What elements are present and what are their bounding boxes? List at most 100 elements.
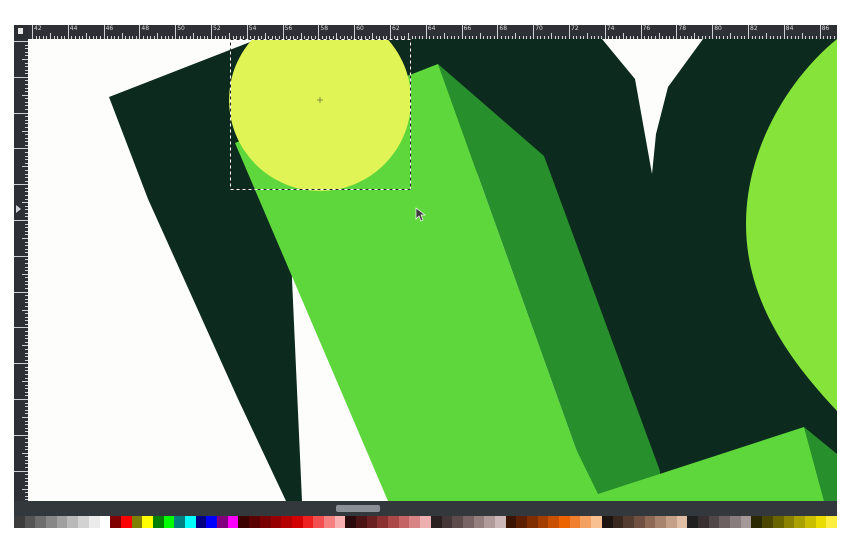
palette-swatch[interactable]	[484, 516, 495, 528]
ruler-label: 82	[750, 25, 758, 32]
ruler-tick	[14, 291, 28, 293]
ruler-tick	[14, 148, 28, 150]
palette-swatch[interactable]	[163, 516, 175, 528]
palette-swatch[interactable]	[676, 516, 688, 528]
palette-swatch[interactable]	[420, 516, 431, 528]
palette-swatch[interactable]	[569, 516, 581, 528]
palette-swatch[interactable]	[302, 516, 314, 528]
palette-swatch[interactable]	[623, 516, 634, 528]
palette-swatch[interactable]	[730, 516, 741, 528]
palette-swatch[interactable]	[366, 516, 378, 528]
palette-swatch[interactable]	[580, 516, 592, 528]
palette-swatch[interactable]	[441, 516, 453, 528]
palette-swatch[interactable]	[56, 516, 68, 528]
horizontal-ruler[interactable]: 42 44 46 48 50 52 54 56 58 60 62 64 66 68 70 72 74 76 78 80…	[28, 25, 837, 39]
palette-swatch[interactable]	[398, 516, 410, 528]
palette-swatch[interactable]	[430, 516, 442, 528]
palette-swatch[interactable]	[120, 516, 132, 528]
palette-swatch[interactable]	[537, 516, 549, 528]
palette-swatch[interactable]	[67, 516, 79, 528]
palette-swatch[interactable]	[826, 516, 837, 528]
palette-swatch[interactable]	[88, 516, 100, 528]
palette-swatch[interactable]	[206, 516, 218, 528]
palette-swatch[interactable]	[142, 516, 153, 528]
palette-swatch[interactable]	[644, 516, 656, 528]
palette-swatch[interactable]	[14, 516, 25, 528]
ruler-label: 60	[356, 25, 364, 32]
palette-swatch[interactable]	[740, 516, 752, 528]
palette-swatch[interactable]	[494, 516, 506, 528]
palette-swatch[interactable]	[24, 516, 36, 528]
palette-swatch[interactable]	[388, 516, 399, 528]
palette-swatch[interactable]	[356, 516, 367, 528]
ruler-tick	[425, 25, 427, 39]
ruler-label: 74	[606, 25, 615, 32]
palette-swatch[interactable]	[99, 516, 111, 528]
palette-swatch[interactable]	[78, 516, 89, 528]
horizontal-scrollbar-thumb[interactable]	[336, 505, 380, 512]
palette-swatch[interactable]	[323, 516, 335, 528]
ruler-origin-icon	[18, 28, 23, 34]
palette-swatch[interactable]	[612, 516, 624, 528]
color-palette[interactable]	[14, 516, 837, 528]
palette-swatch[interactable]	[473, 516, 485, 528]
ruler-tick	[14, 363, 28, 365]
ruler-label: 72	[571, 25, 579, 32]
palette-swatch[interactable]	[815, 516, 827, 528]
palette-swatch[interactable]	[409, 516, 421, 528]
palette-swatch[interactable]	[516, 516, 527, 528]
ruler-tick	[712, 25, 714, 39]
palette-swatch[interactable]	[334, 516, 346, 528]
ruler-tick	[640, 25, 642, 39]
palette-swatch[interactable]	[313, 516, 324, 528]
palette-swatch[interactable]	[772, 516, 784, 528]
palette-swatch[interactable]	[655, 516, 666, 528]
palette-swatch[interactable]	[131, 516, 143, 528]
palette-swatch[interactable]	[548, 516, 560, 528]
palette-swatch[interactable]	[46, 516, 57, 528]
palette-swatch[interactable]	[452, 516, 463, 528]
palette-swatch[interactable]	[227, 516, 239, 528]
palette-swatch[interactable]	[259, 516, 271, 528]
palette-swatch[interactable]	[783, 516, 795, 528]
palette-swatch[interactable]	[665, 516, 677, 528]
palette-swatch[interactable]	[217, 516, 228, 528]
palette-swatch[interactable]	[601, 516, 613, 528]
palette-swatch[interactable]	[462, 516, 474, 528]
palette-swatch[interactable]	[719, 516, 731, 528]
palette-swatch[interactable]	[35, 516, 47, 528]
palette-swatch[interactable]	[505, 516, 517, 528]
palette-swatch[interactable]	[185, 516, 196, 528]
palette-swatch[interactable]	[527, 516, 538, 528]
palette-swatch[interactable]	[708, 516, 720, 528]
palette-swatch[interactable]	[174, 516, 185, 528]
ruler-tick	[497, 25, 499, 39]
palette-swatch[interactable]	[591, 516, 602, 528]
palette-swatch[interactable]	[291, 516, 303, 528]
vertical-ruler[interactable]	[14, 39, 28, 501]
drawing-canvas[interactable]	[28, 39, 837, 501]
palette-swatch[interactable]	[195, 516, 207, 528]
palette-swatch[interactable]	[559, 516, 570, 528]
palette-swatch[interactable]	[110, 516, 121, 528]
palette-swatch[interactable]	[804, 516, 816, 528]
palette-swatch[interactable]	[281, 516, 292, 528]
palette-swatch[interactable]	[270, 516, 282, 528]
palette-swatch[interactable]	[687, 516, 698, 528]
palette-swatch[interactable]	[698, 516, 709, 528]
palette-swatch[interactable]	[794, 516, 805, 528]
ruler-tick	[533, 25, 535, 39]
palette-swatch[interactable]	[345, 516, 356, 528]
ruler-label: 78	[678, 25, 687, 32]
palette-swatch[interactable]	[377, 516, 389, 528]
ruler-tick	[175, 25, 177, 39]
palette-swatch[interactable]	[762, 516, 773, 528]
palette-swatch[interactable]	[633, 516, 645, 528]
palette-swatch[interactable]	[249, 516, 260, 528]
ruler-tick	[103, 25, 105, 39]
horizontal-scrollbar[interactable]	[14, 501, 837, 516]
ruler-corner[interactable]	[14, 25, 28, 39]
palette-swatch[interactable]	[152, 516, 164, 528]
palette-swatch[interactable]	[751, 516, 763, 528]
palette-swatch[interactable]	[238, 516, 250, 528]
